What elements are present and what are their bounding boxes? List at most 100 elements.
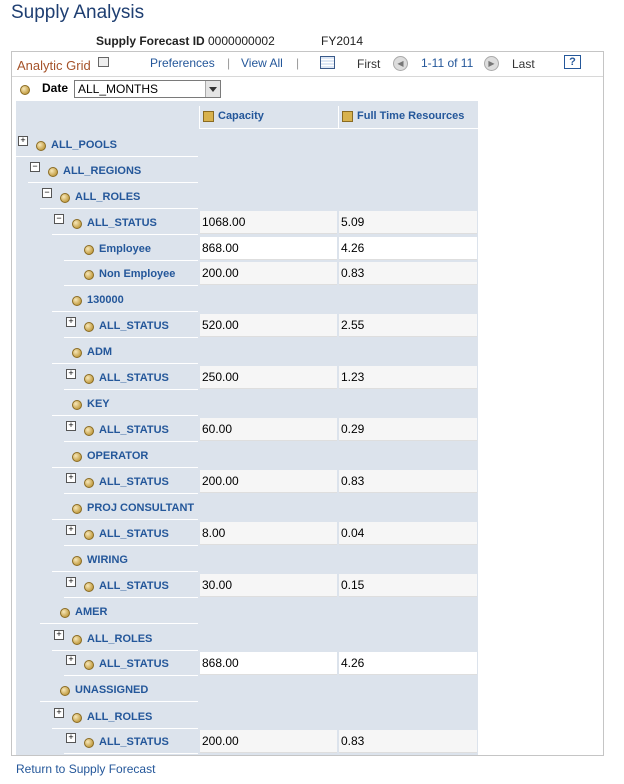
chevron-down-icon[interactable] xyxy=(205,81,220,97)
capacity-value: 30.00 xyxy=(202,578,233,592)
node-label[interactable]: ALL_STATUS xyxy=(99,372,169,384)
expander-icon[interactable]: + xyxy=(66,317,76,327)
row-divider xyxy=(52,728,198,729)
node-label[interactable]: ALL_STATUS xyxy=(87,217,157,229)
ftr-value: 5.09 xyxy=(341,215,365,229)
capacity-value: 868.00 xyxy=(202,241,239,255)
row-divider xyxy=(52,234,198,235)
expander-icon[interactable]: − xyxy=(42,188,52,198)
ftr-value: 0.83 xyxy=(341,266,365,280)
capacity-cell: 200.00 xyxy=(200,262,337,285)
expander-icon[interactable]: + xyxy=(66,421,76,431)
last-label[interactable]: Last xyxy=(512,57,535,71)
expander-icon[interactable]: + xyxy=(54,630,64,640)
expander-icon[interactable]: + xyxy=(54,708,64,718)
forecast-id-value: 0000000002 xyxy=(208,34,275,48)
expander-icon[interactable]: − xyxy=(54,214,64,224)
capacity-value: 60.00 xyxy=(202,422,233,436)
node-label[interactable]: UNASSIGNED xyxy=(75,684,148,696)
column-header-capacity[interactable]: Capacity xyxy=(199,106,338,129)
node-icon xyxy=(84,245,94,255)
row-divider xyxy=(64,441,198,442)
node-icon xyxy=(84,270,94,280)
ftr-value: 0.04 xyxy=(341,526,365,540)
page-title: Supply Analysis xyxy=(11,2,145,23)
ftr-cell: 0.83 xyxy=(339,730,477,753)
node-label[interactable]: ALL_ROLES xyxy=(87,633,152,645)
node-label[interactable]: KEY xyxy=(87,398,110,410)
ftr-value: 4.26 xyxy=(341,241,365,255)
node-label[interactable]: ALL_STATUS xyxy=(99,476,169,488)
help-icon[interactable]: ? xyxy=(564,55,581,69)
node-label[interactable]: PROJ CONSULTANT xyxy=(87,502,194,514)
node-label[interactable]: OPERATOR xyxy=(87,450,148,462)
column-header-full-time-resources[interactable]: Full Time Resources xyxy=(338,106,478,129)
expander-icon[interactable]: + xyxy=(66,525,76,535)
row-divider xyxy=(40,701,198,702)
expander-icon[interactable]: − xyxy=(30,162,40,172)
capacity-value: 200.00 xyxy=(202,474,239,488)
node-icon xyxy=(60,686,70,696)
date-label: Date xyxy=(42,81,69,95)
row-divider xyxy=(64,675,198,676)
capacity-value: 520.00 xyxy=(202,318,239,332)
previous-icon[interactable]: ◀ xyxy=(393,56,408,71)
expander-icon[interactable]: + xyxy=(66,655,76,665)
row-divider xyxy=(64,285,198,286)
node-label[interactable]: AMER xyxy=(75,606,107,618)
return-to-supply-forecast-link[interactable]: Return to Supply Forecast xyxy=(16,762,155,776)
analytic-grid: Analytic Grid Preferences | View All | F… xyxy=(11,51,604,756)
capacity-cell: 1068.00 xyxy=(200,211,337,234)
node-icon xyxy=(72,713,82,723)
toolbar-divider: | xyxy=(296,56,300,70)
node-label[interactable]: ALL_REGIONS xyxy=(63,165,141,177)
expander-icon[interactable]: + xyxy=(18,136,28,146)
range-link[interactable]: 1-11 of 11 xyxy=(421,56,473,70)
node-label[interactable]: Employee xyxy=(99,243,151,255)
row-divider xyxy=(40,623,198,624)
node-label[interactable]: ALL_STATUS xyxy=(99,658,169,670)
node-label[interactable]: ALL_STATUS xyxy=(99,736,169,748)
expander-icon[interactable]: + xyxy=(66,577,76,587)
view-all-link[interactable]: View All xyxy=(241,56,283,70)
node-label[interactable]: ALL_STATUS xyxy=(99,580,169,592)
preferences-link[interactable]: Preferences xyxy=(150,56,215,70)
node-label[interactable]: WIRING xyxy=(87,554,128,566)
capacity-value: 250.00 xyxy=(202,370,239,384)
ftr-cell: 0.83 xyxy=(339,262,477,285)
node-icon xyxy=(84,426,94,436)
cube-icon xyxy=(203,111,214,122)
node-label[interactable]: ALL_STATUS xyxy=(99,528,169,540)
ftr-value: 0.15 xyxy=(341,578,365,592)
node-icon xyxy=(72,635,82,645)
first-label[interactable]: First xyxy=(357,57,380,71)
node-icon xyxy=(48,167,58,177)
forecast-id-label: Supply Forecast ID xyxy=(96,34,205,48)
node-label[interactable]: ALL_STATUS xyxy=(99,424,169,436)
date-select[interactable]: ALL_MONTHS xyxy=(74,80,221,98)
node-label[interactable]: ALL_POOLS xyxy=(51,139,117,151)
expander-icon[interactable]: + xyxy=(66,369,76,379)
node-icon xyxy=(84,322,94,332)
node-label[interactable]: ADM xyxy=(87,346,112,358)
node-label[interactable]: ALL_ROLES xyxy=(75,191,140,203)
expander-icon[interactable]: + xyxy=(66,733,76,743)
expander-icon[interactable]: + xyxy=(66,473,76,483)
ftr-value: 4.26 xyxy=(341,656,365,670)
node-icon xyxy=(72,348,82,358)
ftr-cell: 5.09 xyxy=(339,211,477,234)
node-label[interactable]: Non Employee xyxy=(99,268,175,280)
node-icon xyxy=(72,400,82,410)
grid-options-icon[interactable] xyxy=(98,57,109,67)
row-divider xyxy=(52,467,198,468)
node-icon xyxy=(72,556,82,566)
grid-view-icon[interactable] xyxy=(320,56,335,69)
next-icon[interactable]: ▶ xyxy=(484,56,499,71)
capacity-cell: 868.00 xyxy=(200,237,337,260)
node-icon xyxy=(84,582,94,592)
node-icon xyxy=(84,738,94,748)
capacity-cell: 520.00 xyxy=(200,314,337,337)
node-label[interactable]: 130000 xyxy=(87,294,124,306)
node-label[interactable]: ALL_STATUS xyxy=(99,320,169,332)
node-label[interactable]: ALL_ROLES xyxy=(87,711,152,723)
